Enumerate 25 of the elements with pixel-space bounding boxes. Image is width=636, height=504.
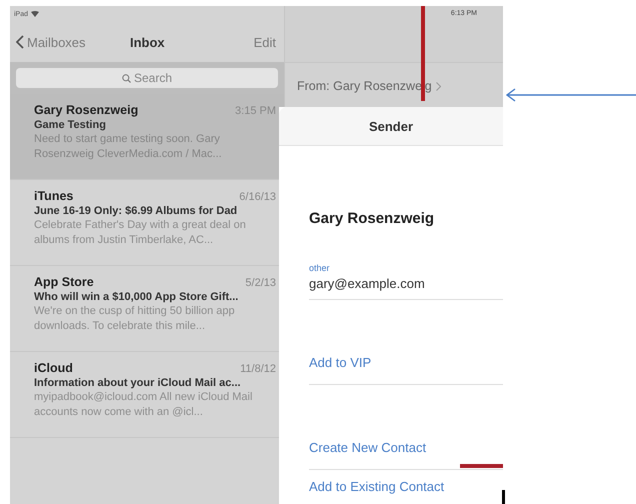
message-subject: Game Testing [34, 119, 107, 131]
message-preview: myipadbook@icloud.com All new iCloud Mail accounts now come with an @icl... [34, 390, 254, 420]
message-sender: iTunes [34, 189, 74, 203]
message-date: 6/16/13 [239, 191, 276, 203]
edit-button[interactable]: Edit [254, 34, 276, 50]
action-link[interactable]: Create New Contact [309, 440, 426, 455]
message-subject: Who will win a $10,000 App Store Gift... [34, 291, 240, 303]
popover-title: Sender [368, 118, 414, 134]
message-sender: App Store [34, 275, 94, 289]
message-preview: Celebrate Father's Day with a great deal on albums from Justin Timberlake, AC... [34, 218, 247, 248]
email-label: other [309, 263, 331, 273]
message-date: 11/8/12 [240, 363, 276, 375]
nav-title: Inbox [130, 34, 165, 50]
email-address[interactable]: gary@example.com [309, 276, 503, 291]
search-field[interactable]: Search [16, 68, 278, 88]
action-link[interactable]: Add to Existing Contact [309, 479, 444, 494]
action-link[interactable]: Add to VIP [309, 355, 372, 370]
message-date: 5/2/13 [245, 277, 276, 289]
message-subject: Information about your iCloud Mail ac... [34, 377, 242, 389]
message-sender: Gary Rosenzweig [34, 103, 138, 117]
message-sender: iCloud [34, 361, 73, 375]
contact-name: Gary Rosenzweig [309, 210, 436, 227]
back-button[interactable]: Mailboxes [16, 34, 86, 50]
message-preview: We're on the cusp of hitting 50 billion app downloads. To celebrate this mile... [34, 304, 236, 334]
message-subject: June 16-19 Only: $6.99 Albums for Dad [34, 205, 238, 217]
